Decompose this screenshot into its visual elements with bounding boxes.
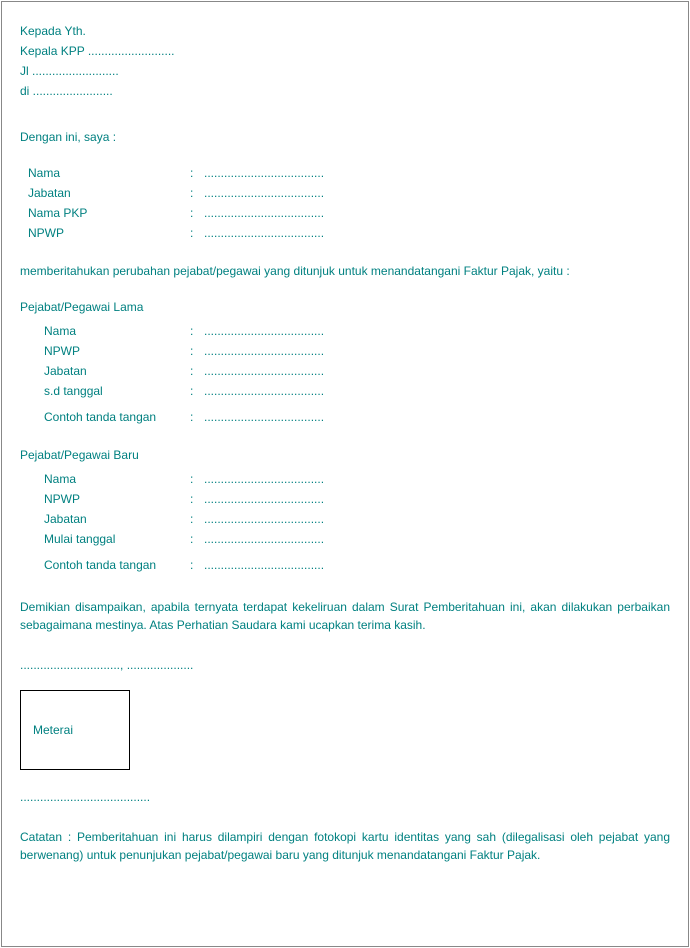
label-nama: Nama <box>20 322 190 340</box>
dots: .................................... <box>204 382 324 400</box>
meterai-box: Meterai <box>20 690 130 770</box>
dots: .................................... <box>204 204 324 222</box>
new-row-jabatan: Jabatan : ..............................… <box>20 510 670 528</box>
dots: .................................... <box>204 224 324 242</box>
closing-paragraph: Demikian disampaikan, apabila ternyata t… <box>20 598 670 634</box>
kepada-line: Kepada Yth. <box>20 22 670 40</box>
colon: : <box>190 556 204 574</box>
colon: : <box>190 382 204 400</box>
new-row-npwp: NPWP : .................................… <box>20 490 670 508</box>
dots: .................................... <box>204 470 324 488</box>
label-nama: Nama <box>20 470 190 488</box>
field-row-jabatan: Jabatan : ..............................… <box>20 184 670 202</box>
dots: .................................... <box>204 362 324 380</box>
dots: .................................... <box>204 164 324 182</box>
label-jabatan: Jabatan <box>20 510 190 528</box>
jl-line: Jl .......................... <box>20 62 670 80</box>
label-npwp: NPWP <box>20 342 190 360</box>
dots: .................................... <box>204 530 324 548</box>
intro-line: Dengan ini, saya : <box>20 128 670 146</box>
colon: : <box>190 322 204 340</box>
colon: : <box>190 164 204 182</box>
colon: : <box>190 224 204 242</box>
colon: : <box>190 184 204 202</box>
dots: .................................... <box>204 510 324 528</box>
kepala-kpp-line: Kepala KPP .......................... <box>20 42 670 60</box>
old-row-npwp: NPWP : .................................… <box>20 342 670 360</box>
label-npwp: NPWP <box>20 490 190 508</box>
label-sd: s.d tanggal <box>20 382 190 400</box>
label-ttd: Contoh tanda tangan <box>20 556 190 574</box>
label-jabatan: Jabatan <box>20 362 190 380</box>
old-row-nama: Nama : .................................… <box>20 322 670 340</box>
di-line: di ........................ <box>20 82 670 100</box>
label-ttd: Contoh tanda tangan <box>20 408 190 426</box>
colon: : <box>190 510 204 528</box>
notify-sentence: memberitahukan perubahan pejabat/pegawai… <box>20 262 670 280</box>
signature-dots: ....................................... <box>20 788 670 806</box>
date-place-line: .............................., ........… <box>20 656 670 674</box>
meterai-label: Meterai <box>33 721 73 739</box>
colon: : <box>190 408 204 426</box>
dots: .................................... <box>204 408 324 426</box>
colon: : <box>190 490 204 508</box>
label-nama-pkp: Nama PKP <box>20 204 190 222</box>
label-jabatan: Jabatan <box>20 184 190 202</box>
colon: : <box>190 342 204 360</box>
new-row-mulai-tanggal: Mulai tanggal : ........................… <box>20 530 670 548</box>
dots: .................................... <box>204 342 324 360</box>
old-row-jabatan: Jabatan : ..............................… <box>20 362 670 380</box>
document-page: Kepada Yth. Kepala KPP .................… <box>1 1 689 947</box>
old-official-heading: Pejabat/Pegawai Lama <box>20 298 670 316</box>
dots: .................................... <box>204 184 324 202</box>
new-official-heading: Pejabat/Pegawai Baru <box>20 446 670 464</box>
dots: .................................... <box>204 490 324 508</box>
addressee-block: Kepada Yth. Kepala KPP .................… <box>20 22 670 100</box>
colon: : <box>190 470 204 488</box>
dots: .................................... <box>204 556 324 574</box>
label-npwp: NPWP <box>20 224 190 242</box>
new-row-ttd: Contoh tanda tangan : ..................… <box>20 556 670 574</box>
catatan-note: Catatan : Pemberitahuan ini harus dilamp… <box>20 828 670 864</box>
field-row-nama-pkp: Nama PKP : .............................… <box>20 204 670 222</box>
old-row-sd-tanggal: s.d tanggal : ..........................… <box>20 382 670 400</box>
colon: : <box>190 204 204 222</box>
field-row-nama: Nama : .................................… <box>20 164 670 182</box>
field-row-npwp: NPWP : .................................… <box>20 224 670 242</box>
colon: : <box>190 530 204 548</box>
label-mulai: Mulai tanggal <box>20 530 190 548</box>
dots: .................................... <box>204 322 324 340</box>
label-nama: Nama <box>20 164 190 182</box>
colon: : <box>190 362 204 380</box>
old-row-ttd: Contoh tanda tangan : ..................… <box>20 408 670 426</box>
new-row-nama: Nama : .................................… <box>20 470 670 488</box>
